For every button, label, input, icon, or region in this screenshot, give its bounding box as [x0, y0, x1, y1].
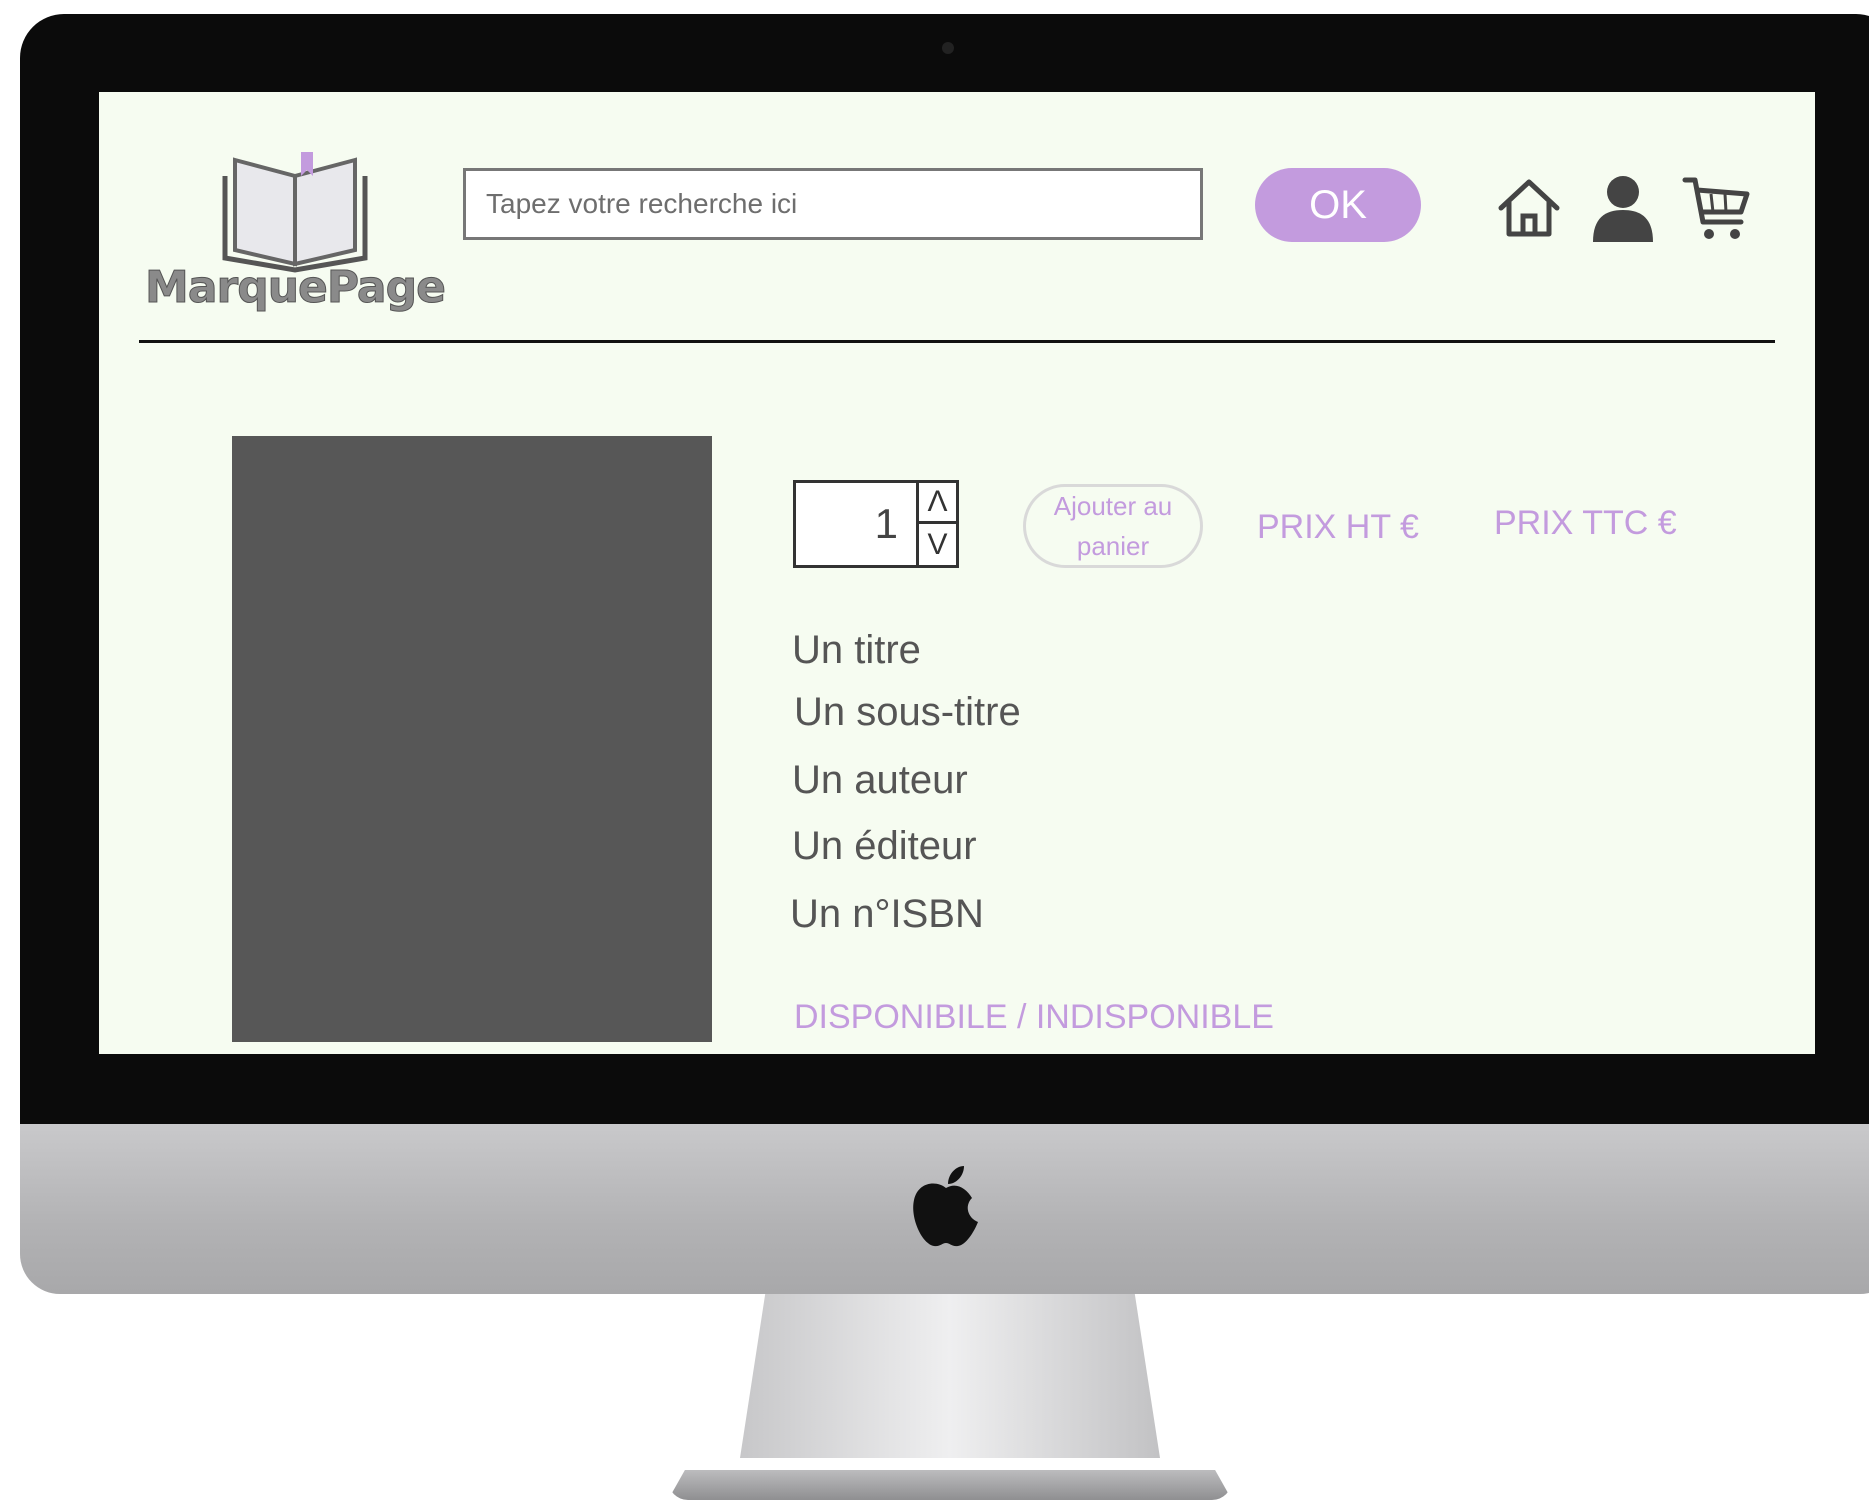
search-ok-button[interactable]: OK — [1255, 168, 1421, 242]
book-cover-placeholder — [232, 436, 712, 1042]
availability-status: DISPONIBILE / INDISPONIBLE — [794, 998, 1274, 1036]
quantity-decrement-button[interactable]: V — [916, 524, 956, 565]
book-title: Un titre — [792, 628, 921, 672]
quantity-stepper[interactable]: 1 Λ V — [793, 480, 959, 568]
apple-logo-icon — [913, 1166, 978, 1247]
user-icon[interactable] — [1587, 172, 1659, 244]
brand-logo-text: MarquePage — [145, 262, 447, 314]
quantity-increment-button[interactable]: Λ — [916, 483, 956, 524]
header-divider — [139, 340, 1775, 343]
cart-icon[interactable] — [1681, 172, 1753, 244]
book-author: Un auteur — [792, 758, 968, 802]
monitor-stand — [740, 1294, 1160, 1458]
search-input[interactable] — [463, 168, 1203, 240]
camera-icon — [942, 42, 954, 54]
book-subtitle: Un sous-titre — [794, 690, 1021, 734]
home-icon[interactable] — [1493, 172, 1565, 244]
book-isbn: Un n°ISBN — [790, 892, 984, 936]
screen: MarquePage OK 1 Λ V Ajouter au panier PR… — [99, 92, 1815, 1054]
book-publisher: Un éditeur — [792, 824, 977, 868]
add-to-cart-button[interactable]: Ajouter au panier — [1023, 484, 1203, 568]
price-ht: PRIX HT € — [1257, 508, 1419, 546]
monitor-foot — [668, 1470, 1232, 1500]
quantity-value[interactable]: 1 — [796, 483, 916, 565]
price-ttc: PRIX TTC € — [1494, 504, 1677, 542]
